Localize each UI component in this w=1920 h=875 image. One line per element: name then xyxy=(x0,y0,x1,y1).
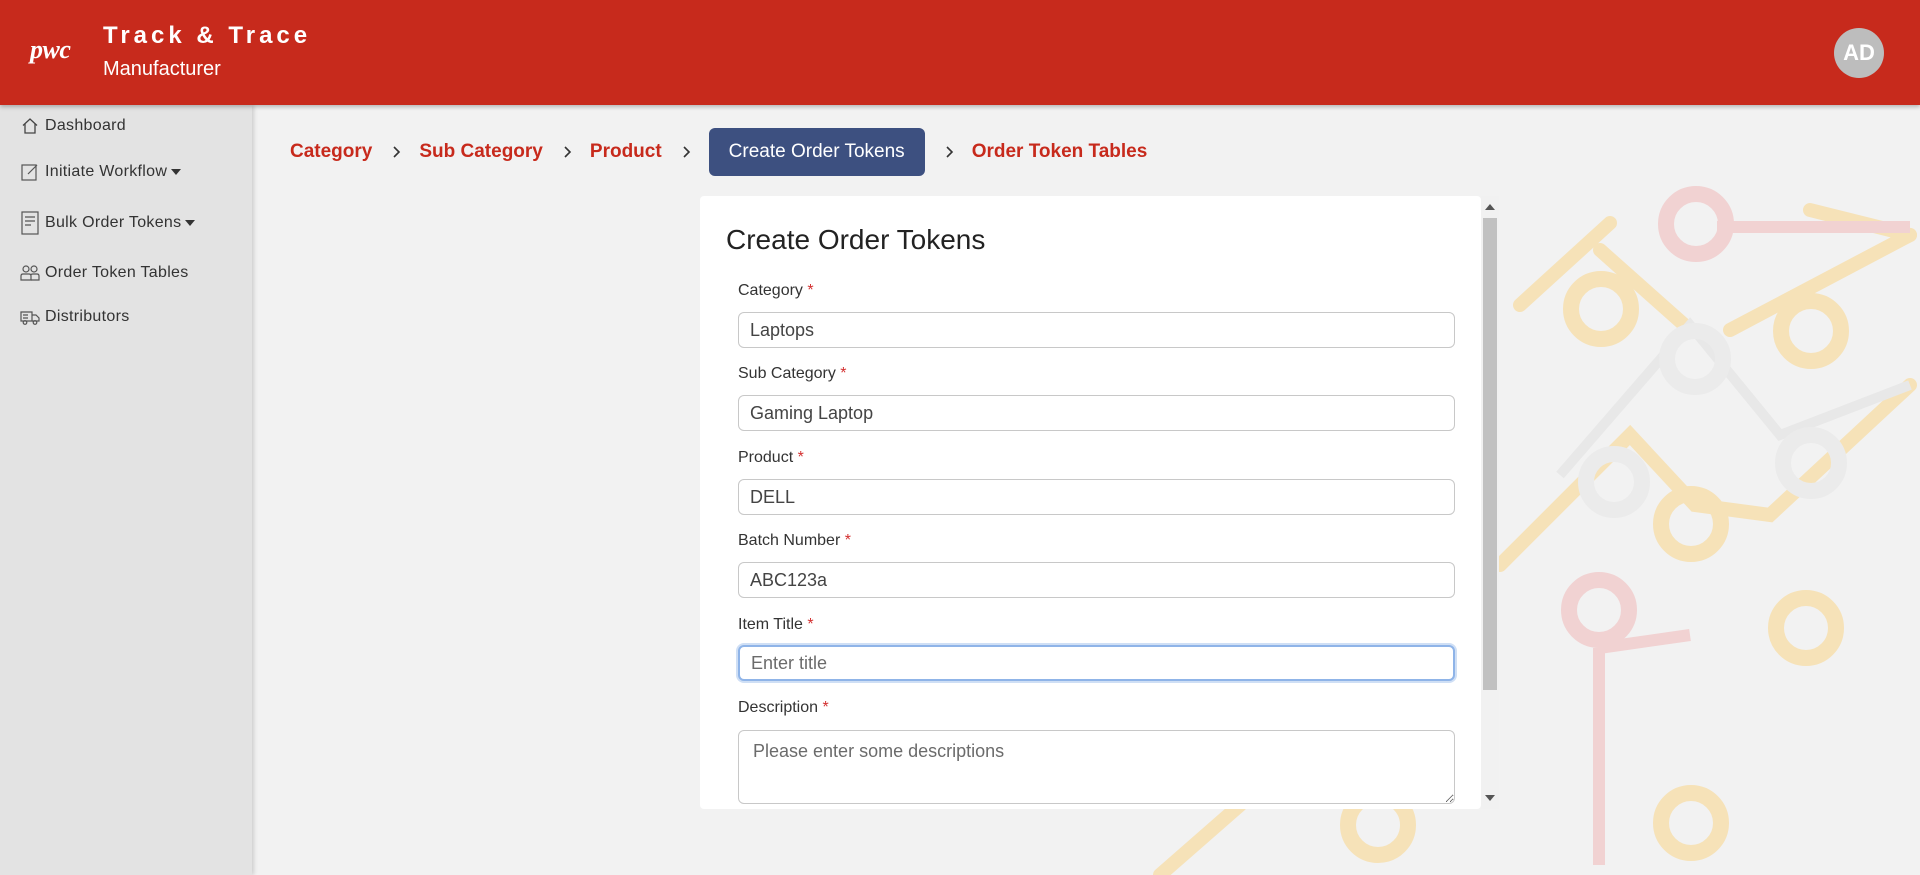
batch-number-input[interactable] xyxy=(738,562,1455,598)
breadcrumb: Category Sub Category Product Create Ord… xyxy=(290,128,1147,176)
item-title-label: Item Title * xyxy=(738,616,814,633)
form-scrollbar[interactable] xyxy=(1481,196,1499,809)
batch-number-label: Batch Number * xyxy=(738,532,851,549)
users-icon xyxy=(20,265,40,281)
scroll-down-arrow-icon[interactable] xyxy=(1485,795,1495,801)
home-icon xyxy=(22,118,38,134)
product-label: Product * xyxy=(738,449,804,466)
breadcrumb-category[interactable]: Category xyxy=(290,141,372,163)
sidebar-item-label: Order Token Tables xyxy=(45,264,189,281)
category-input[interactable] xyxy=(738,312,1455,348)
app-title: Track & Trace xyxy=(103,22,312,49)
create-order-tokens-form: Create Order Tokens Category * Sub Categ… xyxy=(700,196,1481,809)
chevron-right-icon xyxy=(945,145,955,159)
sidebar-item-order-token-tables[interactable]: Order Token Tables xyxy=(20,263,189,283)
scrollbar-thumb[interactable] xyxy=(1483,218,1497,690)
edit-icon xyxy=(21,164,38,181)
description-textarea[interactable] xyxy=(738,730,1455,804)
sidebar-item-initiate-workflow[interactable]: Initiate Workflow xyxy=(20,162,182,182)
sub-category-label: Sub Category * xyxy=(738,365,847,382)
chevron-right-icon xyxy=(563,145,573,159)
breadcrumb-product[interactable]: Product xyxy=(590,141,662,163)
truck-icon xyxy=(20,311,40,325)
form-title: Create Order Tokens xyxy=(726,224,986,255)
product-input[interactable] xyxy=(738,479,1455,515)
scroll-up-arrow-icon[interactable] xyxy=(1485,204,1495,210)
chevron-down-icon xyxy=(185,220,196,226)
app-subtitle: Manufacturer xyxy=(103,58,221,80)
sidebar: Dashboard Initiate Workflow Bulk Order T… xyxy=(0,105,252,875)
breadcrumb-sub-category[interactable]: Sub Category xyxy=(419,141,543,163)
sidebar-item-label: Dashboard xyxy=(45,117,126,134)
user-avatar[interactable]: AD xyxy=(1834,28,1884,78)
breadcrumb-order-token-tables[interactable]: Order Token Tables xyxy=(972,141,1148,163)
chevron-down-icon xyxy=(171,169,182,175)
sidebar-item-label: Distributors xyxy=(45,308,130,325)
pwc-logo[interactable]: pwc xyxy=(30,35,71,65)
category-label: Category * xyxy=(738,282,814,299)
sidebar-item-label: Initiate Workflow xyxy=(45,163,168,180)
sidebar-item-label: Bulk Order Tokens xyxy=(45,214,182,231)
chevron-right-icon xyxy=(392,145,402,159)
document-icon xyxy=(21,211,39,235)
app-header: pwc Track & Trace Manufacturer AD xyxy=(0,0,1920,105)
item-title-input[interactable] xyxy=(738,645,1455,681)
sidebar-item-distributors[interactable]: Distributors xyxy=(20,307,130,327)
sub-category-input[interactable] xyxy=(738,395,1455,431)
chevron-right-icon xyxy=(682,145,692,159)
sidebar-item-bulk-order-tokens[interactable]: Bulk Order Tokens xyxy=(20,211,196,235)
description-label: Description * xyxy=(738,699,829,716)
breadcrumb-create-order-tokens[interactable]: Create Order Tokens xyxy=(708,128,925,176)
sidebar-item-dashboard[interactable]: Dashboard xyxy=(20,116,126,136)
